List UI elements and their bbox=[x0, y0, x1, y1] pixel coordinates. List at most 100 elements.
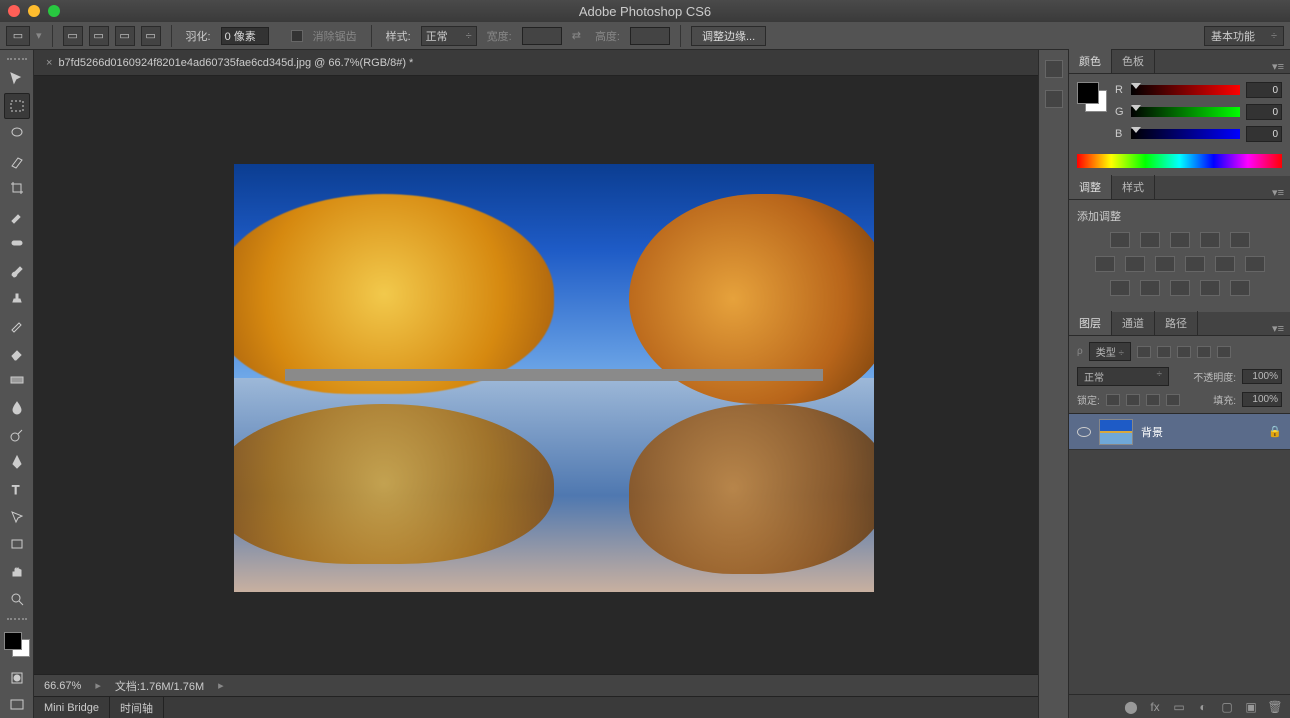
rectangle-tool[interactable] bbox=[4, 532, 30, 557]
quick-mask-icon[interactable] bbox=[4, 665, 30, 690]
filter-adjust-icon[interactable] bbox=[1157, 346, 1171, 358]
workspace-select[interactable]: 基本功能÷ bbox=[1204, 26, 1284, 46]
layer-row[interactable]: 背景 🔒 bbox=[1069, 414, 1290, 450]
tool-preset-icon[interactable]: ▭ bbox=[6, 26, 30, 46]
selection-add-icon[interactable]: ▭ bbox=[89, 26, 109, 46]
healing-brush-tool[interactable] bbox=[4, 230, 30, 255]
history-brush-tool[interactable] bbox=[4, 312, 30, 337]
link-layers-icon[interactable]: ⬤ bbox=[1124, 700, 1138, 714]
b-slider[interactable] bbox=[1131, 129, 1240, 139]
refine-edge-button[interactable]: 调整边缘... bbox=[691, 26, 766, 46]
layer-mask-icon[interactable]: ▭ bbox=[1172, 700, 1186, 714]
status-popup-icon[interactable]: ▸ bbox=[218, 679, 224, 692]
collapsed-panel-icon[interactable] bbox=[1045, 90, 1063, 108]
dodge-tool[interactable] bbox=[4, 422, 30, 447]
channel-mixer-icon[interactable] bbox=[1215, 256, 1235, 272]
bw-icon[interactable] bbox=[1155, 256, 1175, 272]
blur-tool[interactable] bbox=[4, 395, 30, 420]
color-balance-icon[interactable] bbox=[1125, 256, 1145, 272]
threshold-icon[interactable] bbox=[1170, 280, 1190, 296]
canvas[interactable] bbox=[34, 76, 1038, 674]
gradient-map-icon[interactable] bbox=[1200, 280, 1220, 296]
panel-menu-icon[interactable]: ▾≡ bbox=[1266, 60, 1290, 73]
layer-thumbnail[interactable] bbox=[1099, 419, 1133, 445]
swatches-panel-tab[interactable]: 色板 bbox=[1112, 49, 1155, 73]
filter-shape-icon[interactable] bbox=[1197, 346, 1211, 358]
foreground-swatch[interactable] bbox=[1077, 82, 1099, 104]
panel-menu-icon[interactable]: ▾≡ bbox=[1266, 322, 1290, 335]
panel-menu-icon[interactable]: ▾≡ bbox=[1266, 186, 1290, 199]
delete-layer-icon[interactable]: 🗑 bbox=[1268, 700, 1282, 714]
color-spectrum[interactable] bbox=[1077, 154, 1282, 168]
selection-new-icon[interactable]: ▭ bbox=[63, 26, 83, 46]
path-selection-tool[interactable] bbox=[4, 504, 30, 529]
brush-tool[interactable] bbox=[4, 258, 30, 283]
curves-icon[interactable] bbox=[1170, 232, 1190, 248]
filter-pixel-icon[interactable] bbox=[1137, 346, 1151, 358]
crop-tool[interactable] bbox=[4, 176, 30, 201]
filter-type-icon[interactable] bbox=[1177, 346, 1191, 358]
r-slider[interactable] bbox=[1131, 85, 1240, 95]
brightness-contrast-icon[interactable] bbox=[1110, 232, 1130, 248]
lock-transparent-icon[interactable] bbox=[1106, 394, 1120, 406]
vibrance-icon[interactable] bbox=[1230, 232, 1250, 248]
eraser-tool[interactable] bbox=[4, 340, 30, 365]
style-select[interactable]: 正常÷ bbox=[421, 26, 477, 46]
channels-panel-tab[interactable]: 通道 bbox=[1112, 311, 1155, 335]
timeline-tab[interactable]: 时间轴 bbox=[110, 697, 164, 718]
quick-selection-tool[interactable] bbox=[4, 148, 30, 173]
selective-color-icon[interactable] bbox=[1230, 280, 1250, 296]
layers-panel-tab[interactable]: 图层 bbox=[1069, 311, 1112, 335]
zoom-popup-icon[interactable]: ▸ bbox=[95, 679, 101, 692]
b-value[interactable] bbox=[1246, 126, 1282, 142]
clone-stamp-tool[interactable] bbox=[4, 285, 30, 310]
exposure-icon[interactable] bbox=[1200, 232, 1220, 248]
move-tool[interactable] bbox=[4, 66, 30, 91]
feather-input[interactable] bbox=[221, 27, 269, 45]
filter-smart-icon[interactable] bbox=[1217, 346, 1231, 358]
screen-mode-icon[interactable] bbox=[4, 692, 30, 717]
color-swatch[interactable] bbox=[1077, 82, 1107, 112]
layer-name[interactable]: 背景 bbox=[1141, 424, 1163, 440]
g-value[interactable] bbox=[1246, 104, 1282, 120]
photo-filter-icon[interactable] bbox=[1185, 256, 1205, 272]
r-value[interactable] bbox=[1246, 82, 1282, 98]
zoom-level[interactable]: 66.67% bbox=[44, 680, 81, 692]
mini-bridge-tab[interactable]: Mini Bridge bbox=[34, 697, 110, 718]
eyedropper-tool[interactable] bbox=[4, 203, 30, 228]
new-adjustment-layer-icon[interactable]: ◐ bbox=[1196, 700, 1210, 714]
color-swatches[interactable] bbox=[4, 632, 30, 657]
posterize-icon[interactable] bbox=[1140, 280, 1160, 296]
paths-panel-tab[interactable]: 路径 bbox=[1155, 311, 1198, 335]
selection-intersect-icon[interactable]: ▭ bbox=[141, 26, 161, 46]
levels-icon[interactable] bbox=[1140, 232, 1160, 248]
foreground-color[interactable] bbox=[4, 632, 22, 650]
new-layer-icon[interactable]: ▣ bbox=[1244, 700, 1258, 714]
layer-filter-kind[interactable]: 类型 ÷ bbox=[1089, 342, 1131, 361]
lasso-tool[interactable] bbox=[4, 121, 30, 146]
fill-value[interactable]: 100% bbox=[1242, 392, 1282, 407]
rectangular-marquee-tool[interactable] bbox=[4, 93, 30, 118]
blend-mode-select[interactable]: 正常 ÷ bbox=[1077, 367, 1169, 386]
gradient-tool[interactable] bbox=[4, 367, 30, 392]
invert-icon[interactable] bbox=[1110, 280, 1130, 296]
layer-style-icon[interactable]: fx bbox=[1148, 700, 1162, 714]
toolbar-grip[interactable] bbox=[7, 58, 27, 64]
close-tab-icon[interactable]: × bbox=[46, 57, 52, 69]
visibility-icon[interactable] bbox=[1077, 427, 1091, 437]
type-tool[interactable]: T bbox=[4, 477, 30, 502]
selection-subtract-icon[interactable]: ▭ bbox=[115, 26, 135, 46]
zoom-tool[interactable] bbox=[4, 586, 30, 611]
g-slider[interactable] bbox=[1131, 107, 1240, 117]
collapsed-panel-icon[interactable] bbox=[1045, 60, 1063, 78]
lock-pixels-icon[interactable] bbox=[1126, 394, 1140, 406]
color-lookup-icon[interactable] bbox=[1245, 256, 1265, 272]
styles-panel-tab[interactable]: 样式 bbox=[1112, 175, 1155, 199]
color-panel-tab[interactable]: 颜色 bbox=[1069, 49, 1112, 73]
adjustments-panel-tab[interactable]: 调整 bbox=[1069, 175, 1112, 199]
lock-position-icon[interactable] bbox=[1146, 394, 1160, 406]
pen-tool[interactable] bbox=[4, 449, 30, 474]
new-group-icon[interactable]: ▢ bbox=[1220, 700, 1234, 714]
document-tab[interactable]: × b7fd5266d0160924f8201e4ad60735fae6cd34… bbox=[34, 50, 1038, 76]
opacity-value[interactable]: 100% bbox=[1242, 369, 1282, 384]
